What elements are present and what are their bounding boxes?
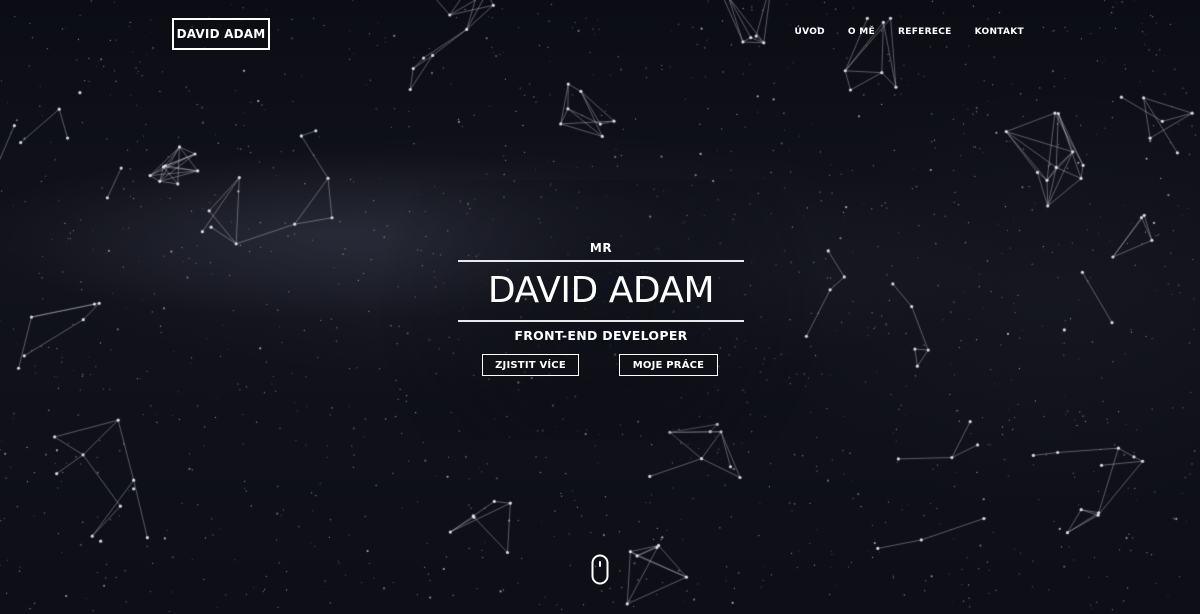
nav-item-referece[interactable]: REFERECE — [898, 27, 952, 37]
nav-item-o-me[interactable]: O MĚ — [848, 27, 875, 37]
hero-role: FRONT-END DEVELOPER — [514, 328, 688, 343]
hero-section: DAVID ADAM ÚVOD O MĚ REFERECE KONTAKT MR… — [0, 0, 1200, 614]
nav-item-kontakt[interactable]: KONTAKT — [975, 27, 1024, 37]
hero-prefix: MR — [589, 241, 613, 255]
hero-name: DAVID ADAM — [487, 270, 715, 311]
nav-item-uvod[interactable]: ÚVOD — [794, 27, 824, 37]
logo-text: DAVID ADAM — [176, 27, 266, 41]
hero-title-block: MR DAVID ADAM FRONT-END DEVELOPER — [458, 240, 744, 348]
main-nav: ÚVOD O MĚ REFERECE KONTAKT — [794, 27, 1024, 37]
mouse-scroll-icon[interactable] — [591, 554, 609, 585]
divider-bottom — [458, 320, 744, 322]
learn-more-button[interactable]: ZJISTIT VÍCE — [482, 354, 579, 376]
logo[interactable]: DAVID ADAM — [172, 18, 270, 50]
hero-buttons: ZJISTIT VÍCE MOJE PRÁCE — [482, 354, 720, 378]
my-work-button[interactable]: MOJE PRÁCE — [619, 354, 718, 376]
